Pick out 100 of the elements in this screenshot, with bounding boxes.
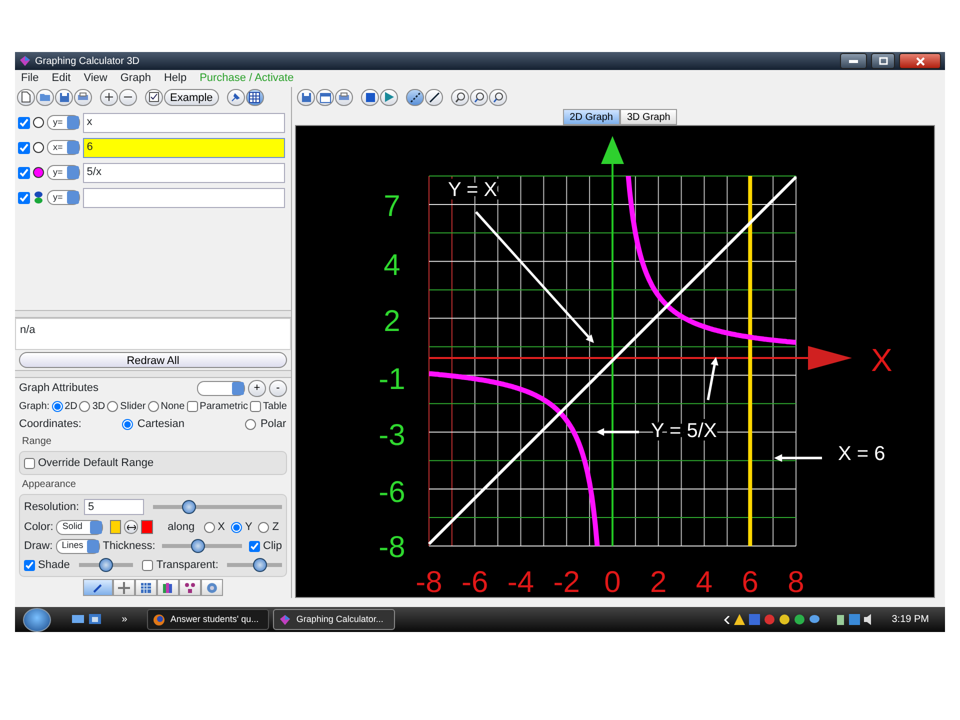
open-button[interactable] [36,88,54,106]
color-swatch[interactable] [141,520,153,534]
radio-button[interactable] [258,522,270,532]
chat-icon[interactable] [808,614,820,625]
option-label: X [218,520,225,535]
option-label: Cartesian [137,416,184,432]
taskbar-button[interactable]: Graphing Calculator... [273,609,396,630]
mode-dropdown[interactable]: y= [47,165,80,180]
menu-item[interactable]: Help [164,70,187,87]
menu-item[interactable]: View [84,70,108,87]
expression-field[interactable]: x [82,112,285,132]
remove-button[interactable]: - [269,380,287,396]
checkbox[interactable] [250,400,262,412]
checkbox[interactable] [18,116,30,128]
add-button[interactable] [100,88,118,106]
checkbox[interactable] [18,142,30,154]
radio-button[interactable] [148,400,159,412]
color-circle-icon[interactable] [33,167,44,178]
minimize-button[interactable] [840,53,867,69]
checkbox[interactable] [249,540,260,552]
mode-dropdown[interactable]: x= [47,140,80,155]
panel-tab[interactable] [201,579,223,596]
print-button[interactable] [335,88,353,106]
close-button[interactable] [899,53,941,69]
expression-field[interactable]: 5/x [82,162,285,182]
slider-thumb[interactable] [191,539,206,553]
radio-button[interactable] [122,418,134,430]
play-button[interactable] [380,88,398,106]
start-button[interactable] [23,608,51,632]
graph-tab[interactable]: 2D Graph [562,109,620,125]
checkbox[interactable] [142,560,154,570]
swap-button[interactable] [124,520,138,534]
label: Resolution: [24,500,80,515]
checkbox[interactable] [18,192,30,204]
color-circle-icon[interactable] [33,142,44,153]
expression-field[interactable] [82,188,285,208]
chevron-left-icon[interactable] [724,616,730,624]
new-button[interactable] [17,88,35,106]
checkbox[interactable] [186,400,198,412]
redraw-all-button[interactable]: Redraw All [19,352,287,368]
mode-dropdown[interactable]: y= [47,190,80,205]
example-button[interactable]: Example [164,88,219,106]
checkbox[interactable] [24,458,35,468]
books-icon [162,582,174,594]
save-button[interactable] [297,88,315,106]
save-button[interactable] [55,88,73,106]
panel-tab[interactable] [113,579,135,596]
color-mode-dropdown[interactable]: Solid [56,520,102,534]
resolution-field[interactable]: 5 [84,499,144,515]
menu-item[interactable]: Graph [120,70,151,87]
chevron-button[interactable]: » [122,612,128,627]
print-button[interactable] [74,88,92,106]
radio-button[interactable] [107,400,118,412]
add-button[interactable]: + [248,380,266,396]
pin-icon [230,92,242,102]
remove-button[interactable] [119,88,137,106]
checkbox[interactable] [24,560,35,570]
maximize-button[interactable] [871,53,895,69]
desktop-icon[interactable] [71,613,85,626]
circle-icon[interactable] [794,614,805,625]
dotted-line-button[interactable] [406,88,424,106]
window-switch-icon[interactable] [88,613,102,626]
line-button[interactable] [425,88,443,106]
color-swatch[interactable] [110,520,122,534]
panel-tab[interactable] [157,579,179,596]
checkbox[interactable] [18,166,30,178]
radio-button[interactable] [245,418,256,430]
speaker-icon[interactable] [864,614,872,625]
two-dots-icon[interactable] [33,191,44,204]
restore-icon [878,57,888,65]
zoom-in-button[interactable] [470,88,488,106]
menu-item[interactable]: Edit [52,70,71,87]
warning-icon[interactable] [734,614,745,625]
radio-button[interactable] [79,400,90,412]
menu-item[interactable]: File [21,70,39,87]
panel-tab[interactable] [179,579,201,596]
mode-dropdown[interactable]: y= [47,115,80,130]
y-tick-label: -3 [378,419,406,452]
zoom-button[interactable] [451,88,469,106]
slider-thumb[interactable] [182,500,196,514]
radio-button[interactable] [230,522,242,532]
calendar-button[interactable] [316,88,334,106]
radio-button[interactable] [204,522,215,532]
panel-tab[interactable] [83,579,113,596]
panel-tab[interactable] [135,579,157,596]
expression-field[interactable]: 6 [82,138,285,158]
radio-button[interactable] [52,400,63,412]
stop-button[interactable] [361,88,379,106]
attribute-dropdown[interactable] [197,380,245,396]
check-button[interactable] [145,88,163,106]
color-circle-icon[interactable] [33,117,44,128]
taskbar-button[interactable]: Answer students' qu... [147,609,270,630]
pin-button[interactable] [226,88,245,106]
slider-thumb[interactable] [253,558,268,572]
draw-mode-dropdown[interactable]: Lines [56,538,100,554]
table-button[interactable] [246,88,264,106]
zoom-out-button[interactable] [489,88,507,106]
y-tick-label: -1 [378,363,406,396]
slider-thumb[interactable] [99,558,114,572]
graph-tab[interactable]: 3D Graph [620,109,678,125]
